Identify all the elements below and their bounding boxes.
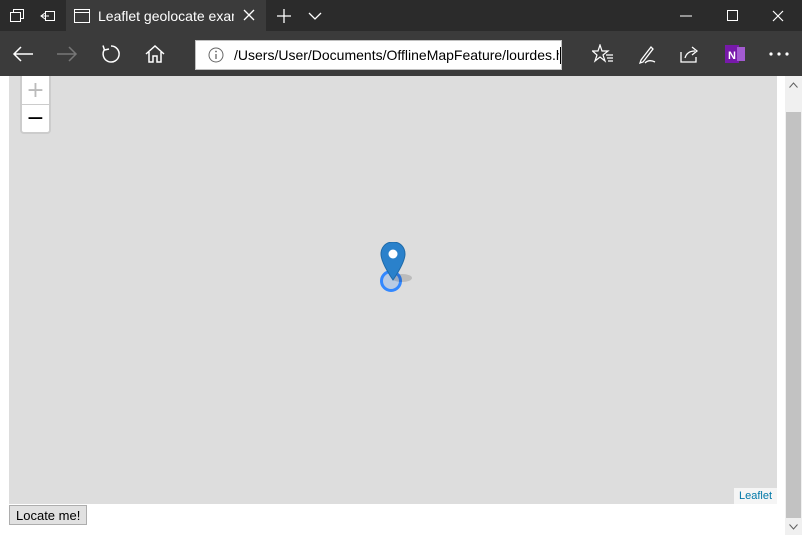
back-arrow-icon[interactable] [6, 37, 40, 71]
maximize-icon[interactable] [709, 0, 755, 31]
tab-preview-chevron-icon[interactable] [305, 6, 325, 26]
address-text: /Users/User/Documents/OfflineMapFeature/… [234, 47, 560, 63]
zoom-control: + − [20, 76, 51, 134]
close-window-icon[interactable] [755, 0, 801, 31]
location-marker-icon[interactable] [380, 241, 420, 289]
tab-manager-icon[interactable] [7, 6, 27, 26]
minimize-icon[interactable] [663, 0, 709, 31]
leaflet-attribution-link[interactable]: Leaflet [733, 488, 777, 504]
svg-text:N: N [728, 50, 736, 62]
home-icon[interactable] [138, 37, 172, 71]
share-icon[interactable] [673, 37, 707, 71]
address-bar[interactable]: /Users/User/Documents/OfflineMapFeature/… [195, 40, 562, 70]
onenote-icon[interactable]: N [718, 37, 752, 71]
close-tab-icon[interactable] [240, 6, 258, 24]
text-caret [560, 46, 561, 64]
scrollbar-thumb[interactable] [786, 112, 801, 518]
zoom-in-button[interactable]: + [22, 76, 49, 105]
more-menu-icon[interactable] [762, 37, 796, 71]
page-icon [74, 8, 90, 23]
title-bar: Leaflet geolocate exam [0, 0, 802, 31]
navigation-bar: /Users/User/Documents/OfflineMapFeature/… [0, 31, 802, 76]
active-tab[interactable]: Leaflet geolocate exam [66, 0, 266, 31]
scroll-down-arrow-icon[interactable] [785, 518, 802, 535]
tab-title: Leaflet geolocate exam [98, 7, 234, 24]
locate-me-button[interactable]: Locate me! [9, 505, 88, 525]
zoom-out-button[interactable]: − [22, 105, 49, 132]
forward-arrow-icon[interactable] [50, 37, 84, 71]
page-margin [0, 76, 9, 535]
web-note-pen-icon[interactable] [630, 37, 664, 71]
scroll-up-arrow-icon[interactable] [785, 76, 802, 93]
new-tab-icon[interactable] [274, 6, 294, 26]
info-icon[interactable] [208, 47, 224, 63]
vertical-scrollbar[interactable] [785, 76, 802, 535]
leaflet-map[interactable]: + − Leaflet [9, 76, 777, 504]
favorites-star-icon[interactable] [586, 37, 620, 71]
refresh-icon[interactable] [94, 37, 128, 71]
set-aside-tabs-icon[interactable] [38, 6, 58, 26]
